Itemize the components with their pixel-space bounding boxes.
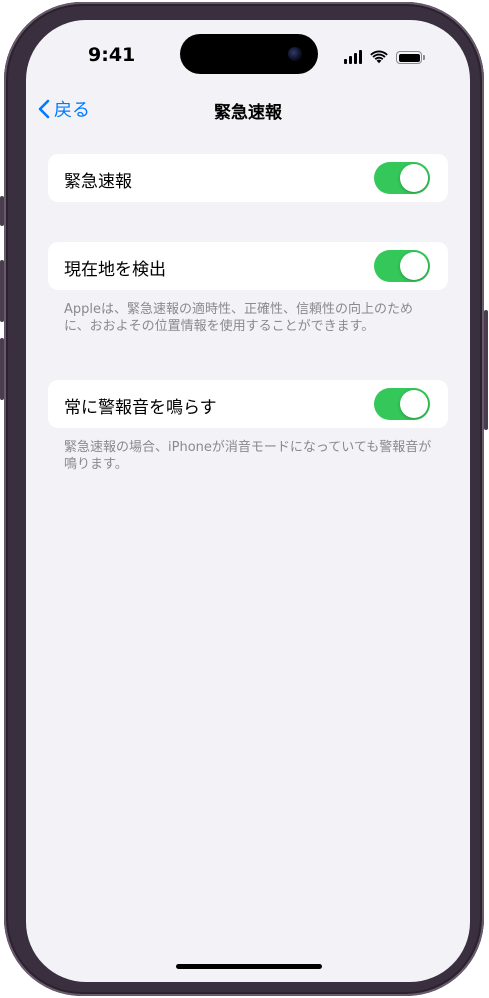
detect-location-toggle[interactable] [374, 250, 430, 282]
battery-tip [423, 55, 425, 60]
status-time: 9:41 [88, 44, 136, 66]
battery-level [398, 53, 420, 62]
screen: 9:41 戻る 緊急速報 緊急速報 現在地を検出 Appleは、緊急速報の適時性… [26, 20, 470, 982]
action-button [0, 196, 4, 226]
always-sound-toggle[interactable] [374, 388, 430, 420]
toggle-knob [400, 164, 428, 192]
battery-icon [396, 51, 425, 64]
toggle-knob [400, 252, 428, 280]
setting-label: 常に警報音を鳴らす [64, 398, 217, 418]
status-indicators [344, 48, 425, 64]
volume-down-button [0, 338, 4, 400]
detect-location-footnote: Appleは、緊急速報の適時性、正確性、信頼性の向上のために、おおよその位置情報… [64, 302, 414, 334]
setting-label: 現在地を検出 [64, 260, 166, 280]
always-sound-footnote: 緊急速報の場合、iPhoneが消音モードになっていても警報音が鳴ります。 [64, 440, 432, 472]
setting-row-emergency-alerts: 緊急速報 [48, 154, 448, 202]
home-indicator[interactable] [176, 964, 322, 969]
toggle-knob [400, 390, 428, 418]
front-camera-icon [288, 47, 302, 61]
setting-row-always-sound: 常に警報音を鳴らす [48, 380, 448, 428]
volume-up-button [0, 260, 4, 322]
side-button [484, 310, 488, 430]
setting-row-detect-location: 現在地を検出 [48, 242, 448, 290]
iphone-frame: 9:41 戻る 緊急速報 緊急速報 現在地を検出 Appleは、緊急速報の適時性… [0, 2, 488, 996]
emergency-alerts-toggle[interactable] [374, 162, 430, 194]
navigation-bar: 戻る 緊急速報 [26, 92, 470, 128]
setting-label: 緊急速報 [64, 172, 132, 192]
cellular-signal-icon [344, 50, 362, 64]
wifi-icon [370, 50, 388, 64]
dynamic-island [180, 34, 318, 74]
page-title: 緊急速報 [214, 103, 282, 123]
